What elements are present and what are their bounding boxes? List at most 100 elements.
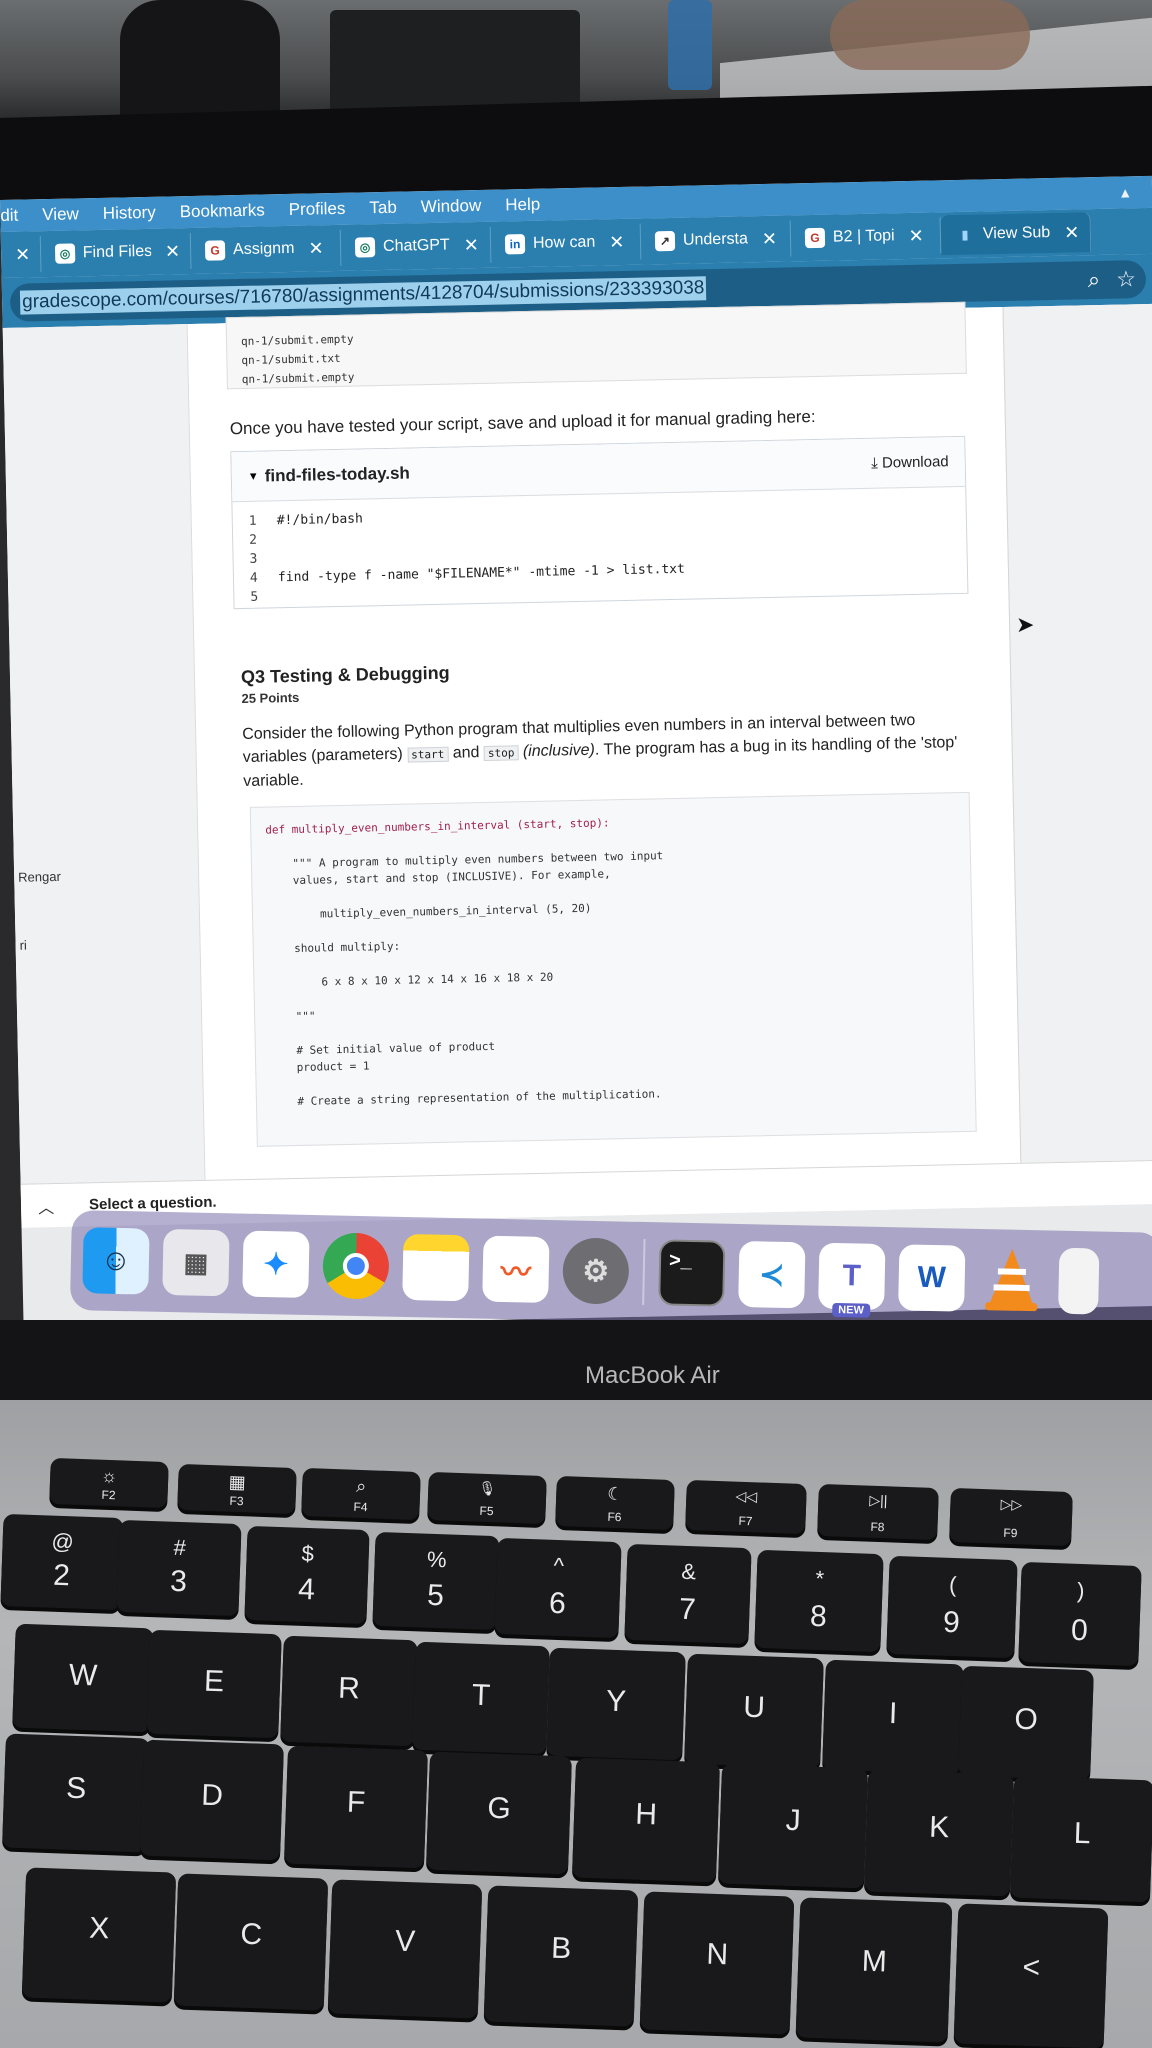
chevron-up-icon[interactable]: ︿ — [21, 1193, 71, 1218]
key-f[interactable]: F — [283, 1745, 429, 1869]
key-s[interactable]: S — [2, 1733, 150, 1853]
key-f3[interactable]: ▦ F3 — [177, 1463, 297, 1515]
vlc-icon[interactable] — [978, 1246, 1045, 1313]
key-l[interactable]: L — [1009, 1775, 1152, 1903]
tab-how-can[interactable]: in How can ✕ — [490, 223, 642, 263]
linkedin-icon: in — [504, 234, 526, 255]
key-8[interactable]: * 8 — [754, 1549, 884, 1653]
key-3[interactable]: # 3 — [116, 1519, 242, 1617]
code-listing: 1 #!/bin/bash 2 3 4 find -type f -name "$F… — [232, 487, 967, 607]
close-icon[interactable]: ✕ — [464, 234, 480, 255]
teams-icon[interactable]: T NEW — [818, 1242, 886, 1318]
key-b[interactable]: B — [483, 1885, 639, 2027]
tab-chatgpt[interactable]: ◎ ChatGPT ✕ — [340, 226, 492, 266]
key-i[interactable]: I — [822, 1659, 964, 1775]
previous-output-block: qn-1/submit.empty qn-1/submit.txt qn-1/s… — [225, 301, 967, 390]
key-f6[interactable]: ☾ F6 — [555, 1475, 675, 1531]
key-4[interactable]: $ 4 — [244, 1525, 370, 1625]
vlc-status-icon[interactable]: ▲ — [1118, 184, 1132, 200]
menu-history[interactable]: History — [103, 203, 156, 224]
key-n[interactable]: N — [639, 1891, 795, 2035]
chatgpt-icon: ◎ — [354, 237, 376, 258]
sidebar-label-ri: ri — [19, 937, 27, 953]
menu-profiles[interactable]: Profiles — [289, 199, 346, 220]
key-6[interactable]: ^ 6 — [494, 1537, 622, 1639]
menu-window[interactable]: Window — [421, 196, 482, 217]
tab-view-submission[interactable]: ▮ View Sub ✕ — [940, 212, 1092, 256]
freeform-icon[interactable]: 〰 — [482, 1235, 550, 1303]
key-m[interactable]: M — [795, 1897, 953, 2043]
left-panel: Rengar ri — [2, 324, 207, 1228]
key-h[interactable]: H — [571, 1757, 721, 1883]
key-w[interactable]: W — [12, 1623, 154, 1733]
word-icon[interactable]: W — [898, 1244, 966, 1312]
menu-edit[interactable]: dit — [0, 206, 18, 226]
key-f8[interactable]: ▷|| F8 — [817, 1483, 939, 1541]
key-u[interactable]: U — [684, 1653, 824, 1769]
key-d[interactable]: D — [140, 1739, 284, 1861]
menu-help[interactable]: Help — [505, 195, 540, 216]
key-f4[interactable]: ⌕ F4 — [301, 1467, 421, 1521]
key-f7[interactable]: ◁◁ F7 — [685, 1479, 807, 1535]
key-v[interactable]: V — [327, 1879, 483, 2019]
tab-b2-topic[interactable]: G B2 | Topi ✕ — [790, 217, 942, 257]
menu-tab[interactable]: Tab — [369, 198, 397, 219]
close-icon[interactable]: ✕ — [609, 231, 625, 252]
key-0[interactable]: ) 0 — [1018, 1561, 1142, 1667]
right-panel — [1002, 303, 1152, 1207]
terminal-icon[interactable]: >_ — [658, 1239, 726, 1307]
gradescope-page: Rengar ri qn-1/submit.empty qn-1/submit.… — [2, 301, 1152, 1228]
vscode-icon[interactable]: ≺ — [738, 1240, 806, 1309]
close-icon[interactable]: ✕ — [165, 241, 181, 262]
key-j[interactable]: J — [717, 1763, 869, 1889]
key-5[interactable]: % 5 — [372, 1531, 500, 1631]
file-name[interactable]: find-files-today.sh — [265, 463, 411, 486]
system-settings-icon[interactable]: ⚙ — [562, 1237, 630, 1305]
chrome-icon[interactable] — [322, 1232, 390, 1300]
background-hand — [830, 0, 1030, 70]
key-e[interactable]: E — [146, 1629, 282, 1739]
key-k[interactable]: K — [863, 1769, 1015, 1897]
tab-find-files[interactable]: ◎ Find Files ✕ — [40, 233, 192, 273]
download-icon: ⤓ — [870, 454, 878, 472]
sidebar-label-rengar: Rengar — [18, 868, 61, 885]
close-icon[interactable]: ✕ — [15, 244, 31, 265]
submission-content: qn-1/submit.empty qn-1/submit.txt qn-1/s… — [187, 301, 1022, 1224]
tab-assignment[interactable]: G Assignm ✕ — [190, 229, 342, 270]
python-code-block: def multiply_even_numbers_in_interval (s… — [249, 791, 977, 1147]
menu-bookmarks[interactable]: Bookmarks — [180, 200, 265, 222]
document-icon[interactable] — [1058, 1247, 1100, 1315]
key-2[interactable]: @ 2 — [0, 1513, 124, 1611]
key-f9[interactable]: ▷▷ F9 — [949, 1487, 1073, 1547]
close-icon[interactable]: ✕ — [308, 238, 324, 259]
notes-icon[interactable] — [402, 1233, 470, 1302]
laptop-screen: dit View History Bookmarks Profiles Tab … — [0, 175, 1152, 1330]
key-9[interactable]: ( 9 — [886, 1555, 1018, 1659]
key-o[interactable]: O — [958, 1665, 1094, 1781]
key-x[interactable]: X — [21, 1867, 177, 2003]
close-icon[interactable]: ✕ — [908, 225, 924, 246]
launchpad-icon[interactable]: ▦ — [162, 1228, 230, 1297]
tab-0[interactable]: ✕ — [0, 236, 42, 273]
key-y[interactable]: Y — [546, 1647, 686, 1761]
key-f2[interactable]: ☼ F2 — [49, 1457, 169, 1509]
key-comma[interactable]: < — [953, 1903, 1109, 2048]
key-g[interactable]: G — [425, 1751, 573, 1875]
tab-understand[interactable]: ↗ Understa ✕ — [640, 220, 792, 260]
caret-down-icon[interactable]: ▼ — [248, 470, 259, 482]
mouse-cursor-icon: ➤ — [1016, 612, 1035, 637]
safari-icon[interactable]: ✦ — [242, 1230, 310, 1298]
key-f5[interactable]: 🎙 F5 — [427, 1471, 547, 1525]
zoom-icon[interactable]: ⌕ — [1088, 267, 1101, 293]
download-button[interactable]: ⤓ Download — [871, 453, 949, 472]
bookmark-star-icon[interactable]: ☆ — [1116, 266, 1136, 292]
close-icon[interactable]: ✕ — [762, 228, 778, 249]
key-7[interactable]: & 7 — [624, 1543, 752, 1645]
close-icon[interactable]: ✕ — [1064, 222, 1080, 243]
menu-view[interactable]: View — [42, 204, 79, 225]
chatgpt-icon: ◎ — [54, 243, 76, 264]
key-r[interactable]: R — [280, 1635, 418, 1747]
key-t[interactable]: T — [412, 1641, 550, 1755]
key-c[interactable]: C — [173, 1873, 329, 2011]
finder-icon[interactable]: ☺ — [82, 1227, 150, 1295]
